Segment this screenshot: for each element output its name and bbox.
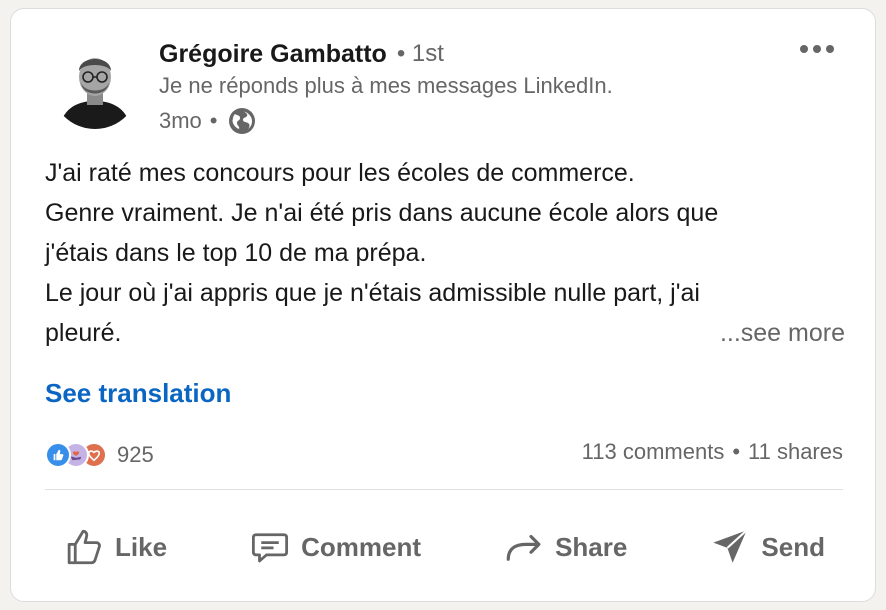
thumbs-up-icon [67, 529, 101, 565]
divider [45, 489, 843, 490]
post-body: J'ai raté mes concours pour les écoles d… [45, 153, 845, 353]
author-name[interactable]: Grégoire Gambatto [159, 40, 387, 69]
see-translation-button[interactable]: See translation [45, 378, 231, 409]
more-options-icon[interactable] [793, 35, 841, 63]
post-body-line: Genre vraiment. Je n'ai été pris dans au… [45, 199, 719, 227]
send-button[interactable]: Send [691, 515, 843, 579]
share-label: Share [555, 531, 628, 562]
send-icon [713, 529, 748, 563]
shares-count[interactable]: 11 shares [748, 439, 843, 465]
action-bar: Like Comment Share Send [45, 515, 843, 579]
post-body-line: j'étais dans le top 10 de ma prépa. [45, 239, 427, 267]
reactions-count: 925 [117, 442, 154, 467]
avatar-image [51, 41, 139, 129]
reactions-summary[interactable]: 925 [45, 437, 154, 473]
send-label: Send [761, 531, 825, 562]
share-arrow-icon [506, 534, 541, 561]
comment-label: Comment [301, 531, 421, 562]
comment-icon [252, 533, 289, 563]
post-body-last-line: pleuré. ...see more [45, 313, 845, 353]
author-line: Grégoire Gambatto • 1st [159, 37, 444, 71]
connection-degree: • 1st [396, 40, 444, 67]
comment-button[interactable]: Comment [231, 515, 439, 579]
like-button[interactable]: Like [45, 515, 185, 579]
author-headline: Je ne réponds plus à mes messages Linked… [159, 73, 613, 98]
author-avatar[interactable] [51, 41, 139, 129]
share-button[interactable]: Share [485, 515, 645, 579]
like-reaction-icon [45, 442, 71, 468]
post-body-line: J'ai raté mes concours pour les écoles d… [45, 159, 635, 187]
post-card: Grégoire Gambatto • 1st Je ne réponds pl… [10, 8, 876, 602]
counts-separator: • [732, 439, 741, 464]
post-body-line: Le jour où j'ai appris que je n'étais ad… [45, 279, 700, 307]
post-time[interactable]: 3mo [159, 108, 202, 134]
see-more-button[interactable]: ...see more [720, 313, 845, 353]
social-counts: 113 comments • 11 shares [582, 439, 843, 465]
post-body-line: pleuré. [45, 319, 122, 347]
post-meta: 3mo • [159, 105, 256, 137]
globe-icon [228, 107, 256, 135]
meta-separator: • [209, 108, 218, 133]
like-label: Like [115, 531, 168, 562]
comments-count[interactable]: 113 comments [582, 439, 725, 465]
